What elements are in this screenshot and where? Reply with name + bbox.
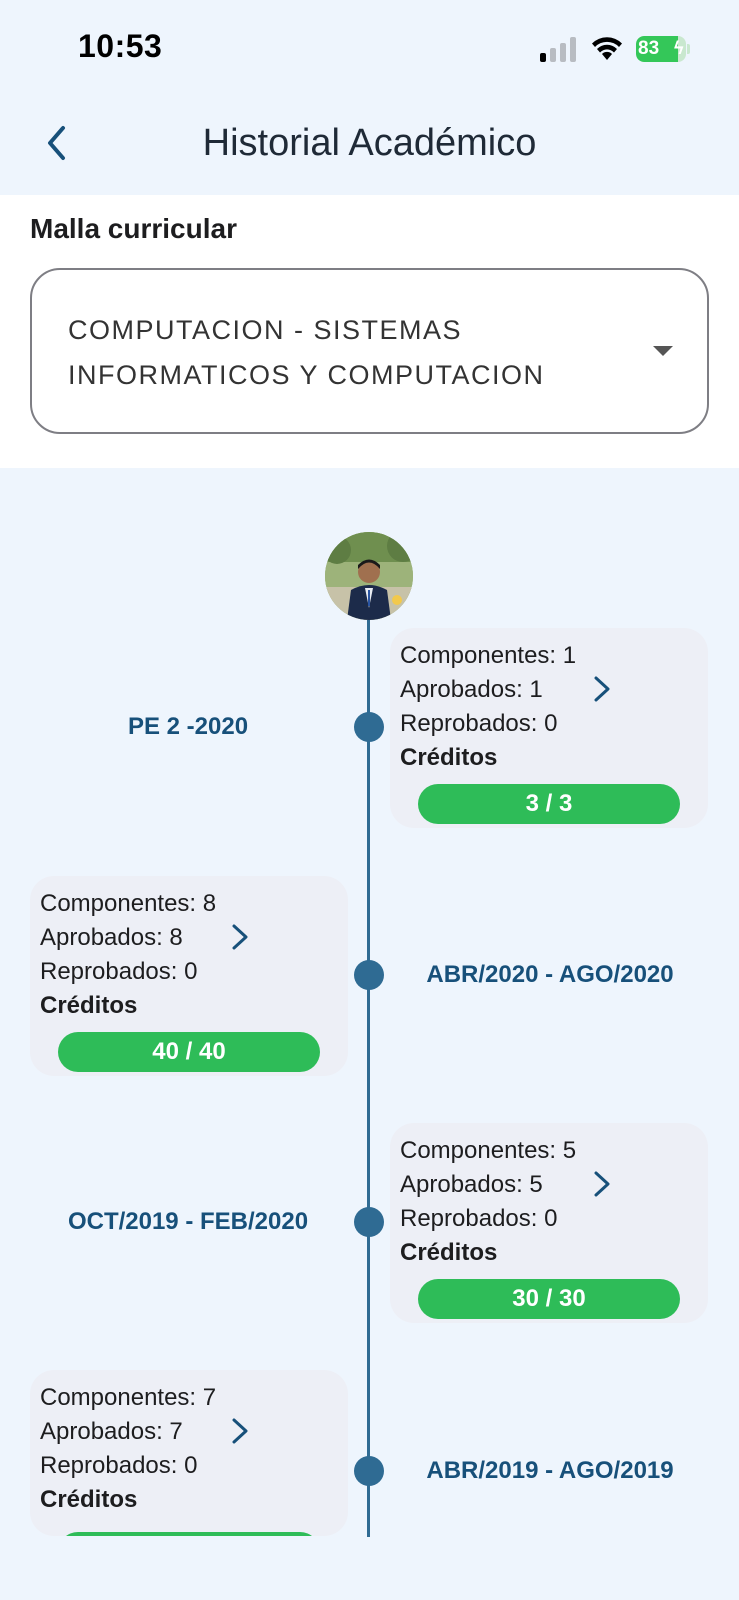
semester-card[interactable]: Componentes: 5 Aprobados: 5 Reprobados: … [390,1123,708,1323]
chevron-right-icon[interactable] [590,1169,614,1199]
page-title: Historial Académico [202,122,537,164]
reprobados-count: Reprobados: 0 [40,1452,198,1479]
creditos-label: Créditos [40,992,138,1019]
period-label: ABR/2020 - AGO/2020 [426,961,674,988]
chevron-right-icon[interactable] [228,922,252,952]
chevron-right-icon[interactable] [228,1416,252,1446]
chevron-right-icon[interactable] [590,674,614,704]
semester-card[interactable]: Componentes: 1 Aprobados: 1 Reprobados: … [390,628,708,828]
curriculum-panel: Malla curricular COMPUTACION - SISTEMAS … [0,195,739,468]
period-label: PE 2 -2020 [127,713,249,740]
period-label: OCT/2019 - FEB/2020 [67,1208,309,1235]
componentes-count: Componentes: 5 [400,1137,577,1164]
charging-bolt-icon: ϟ [674,38,684,58]
creditos-progress-bar: 40 / 40 [58,1032,320,1072]
reprobados-count: Reprobados: 0 [400,710,558,737]
navigation-bar: Historial Académico [0,100,739,195]
aprobados-count: Aprobados: 7 [40,1418,183,1445]
creditos-label: Créditos [400,744,498,771]
componentes-count: Componentes: 1 [400,642,577,669]
aprobados-count: Aprobados: 1 [400,676,543,703]
aprobados-count: Aprobados: 5 [400,1171,543,1198]
wifi-icon [590,34,624,67]
timeline-node [354,1456,384,1486]
creditos-progress-bar [58,1532,320,1536]
caret-down-icon [653,346,673,356]
componentes-count: Componentes: 7 [40,1384,217,1411]
period-label: ABR/2019 - AGO/2019 [426,1457,674,1484]
status-bar: 10:53 83 ϟ [0,0,739,100]
componentes-count: Componentes: 8 [40,890,217,917]
battery-level: 83 [638,38,660,59]
timeline-node [354,960,384,990]
avatar [325,532,413,620]
academic-timeline: PE 2 -2020 Componentes: 1 Aprobados: 1 R… [0,468,739,1600]
curriculum-dropdown[interactable]: COMPUTACION - SISTEMAS INFORMATICOS Y CO… [30,268,709,434]
timeline-node [354,1207,384,1237]
creditos-progress-bar: 3 / 3 [418,784,680,824]
timeline-node [354,712,384,742]
creditos-label: Créditos [40,1486,138,1513]
reprobados-count: Reprobados: 0 [40,958,198,985]
aprobados-count: Aprobados: 8 [40,924,183,951]
curriculum-selected-value: COMPUTACION - SISTEMAS INFORMATICOS Y CO… [68,315,545,390]
creditos-label: Créditos [400,1239,498,1266]
creditos-progress-bar: 30 / 30 [418,1279,680,1319]
timeline-axis [367,612,370,1537]
semester-card[interactable]: Componentes: 7 Aprobados: 7 Reprobados: … [30,1370,348,1536]
status-time: 10:53 [78,28,163,64]
cellular-signal-icon [540,36,580,62]
battery-icon: 83 ϟ [636,36,690,62]
curriculum-label: Malla curricular [30,213,237,244]
semester-card[interactable]: Componentes: 8 Aprobados: 8 Reprobados: … [30,876,348,1076]
reprobados-count: Reprobados: 0 [400,1205,558,1232]
